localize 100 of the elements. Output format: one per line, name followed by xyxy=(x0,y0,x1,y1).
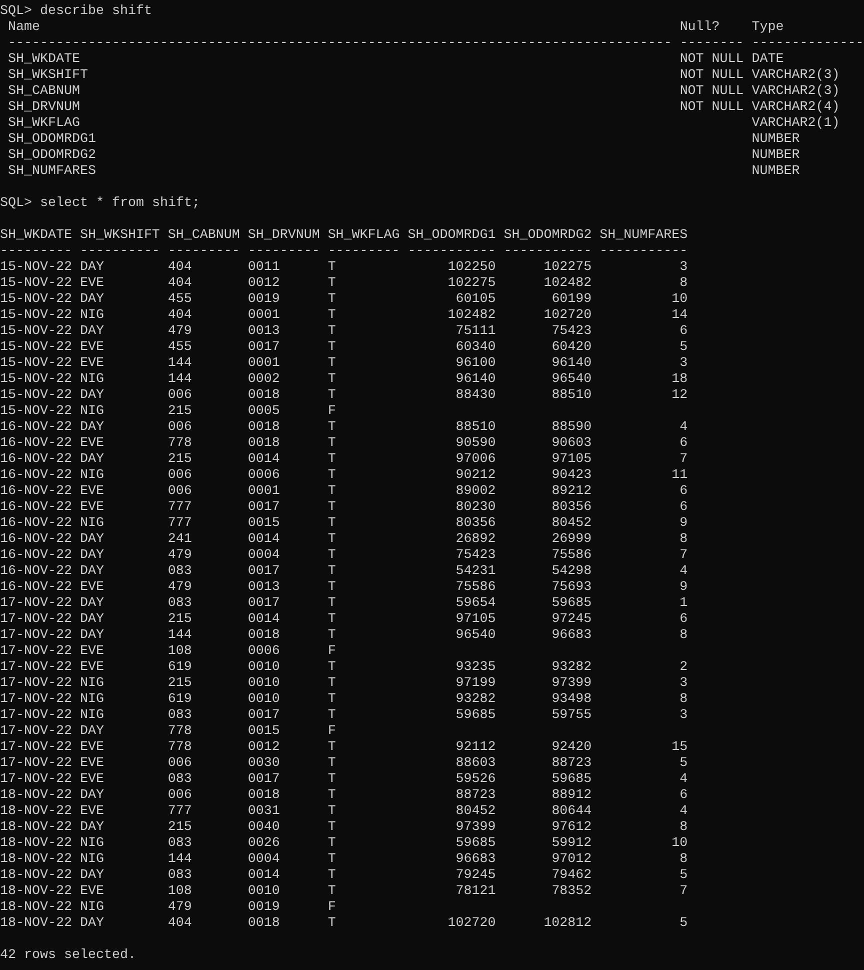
table-cell-text: 619 xyxy=(168,660,193,676)
table-cell-text: DAY xyxy=(80,868,105,884)
table-cell-text: 0040 xyxy=(248,820,281,836)
table-cell-text: T xyxy=(328,740,337,756)
table-cell-text: 12 xyxy=(670,388,688,404)
table-cell-text: 0001 xyxy=(248,308,281,324)
table-cell-text: 0018 xyxy=(248,388,281,404)
table-cell-text: 88510 xyxy=(454,420,496,436)
table-cell-text: 0014 xyxy=(248,612,281,628)
table-cell-text: 9 xyxy=(678,516,688,532)
table-cell-text: 0030 xyxy=(248,756,281,772)
table-cell-text: VARCHAR2(4) xyxy=(752,100,841,116)
table-cell-text: 102275 xyxy=(446,276,496,292)
table-cell-text: 0018 xyxy=(248,788,281,804)
table-cell-text: EVE xyxy=(80,500,105,516)
table-cell-text: 3 xyxy=(678,356,688,372)
table-cell-text: 5 xyxy=(678,916,688,932)
table-cell-text: 8 xyxy=(678,692,688,708)
column-header: SH_CABNUM xyxy=(168,228,240,244)
column-header: SH_WKDATE xyxy=(0,228,72,244)
table-cell-text: 083 xyxy=(168,836,193,852)
table-cell-text: 59685 xyxy=(550,772,592,788)
table-cell: 15-NOV-22 xyxy=(0,308,72,324)
table-cell-text: 59685 xyxy=(550,596,592,612)
table-cell: 17-NOV-22 xyxy=(0,660,72,676)
table-cell-text: 102720 xyxy=(446,916,496,932)
table-cell-text: 7 xyxy=(678,884,688,900)
table-cell-text: 88603 xyxy=(454,756,496,772)
table-cell-text: 80230 xyxy=(454,500,496,516)
table-cell: 17-NOV-22 xyxy=(0,676,72,692)
table-cell-text: 0012 xyxy=(248,740,281,756)
table-cell-text: 0018 xyxy=(248,436,281,452)
table-cell-text: 5 xyxy=(678,756,688,772)
table-cell-text: 80644 xyxy=(550,804,592,820)
table-cell: 16-NOV-22 xyxy=(0,452,72,468)
table-cell: 16-NOV-22 xyxy=(0,436,72,452)
table-cell-text: 0012 xyxy=(248,276,281,292)
table-cell: 18-NOV-22 xyxy=(0,788,72,804)
table-cell-text: VARCHAR2(3) xyxy=(752,68,841,84)
table-cell-text: 0015 xyxy=(248,516,281,532)
table-cell-text: EVE xyxy=(80,740,105,756)
table-cell-text: 59755 xyxy=(550,708,592,724)
table-cell-text: 6 xyxy=(678,500,688,516)
table-cell: 15-NOV-22 xyxy=(0,372,72,388)
table-cell-text: T xyxy=(328,372,337,388)
column-header: Null? xyxy=(680,20,721,36)
table-cell-text: 108 xyxy=(168,644,193,660)
table-cell-text: 0011 xyxy=(248,260,281,276)
table-cell-text: 0014 xyxy=(248,452,281,468)
table-cell: 16-NOV-22 xyxy=(0,564,72,580)
table-cell-text: 0017 xyxy=(248,500,281,516)
table-cell-text: SH_WKDATE xyxy=(8,52,81,68)
table-cell-text: 006 xyxy=(168,468,193,484)
table-cell-text: 26892 xyxy=(454,532,496,548)
table-cell-text: 777 xyxy=(168,500,193,516)
table-cell-text: 0005 xyxy=(248,404,281,420)
table-cell-text: 479 xyxy=(168,900,193,916)
table-cell: 18-NOV-22 xyxy=(0,836,72,852)
table-cell: 16-NOV-22 xyxy=(0,500,72,516)
table-cell-text: 0015 xyxy=(248,724,281,740)
table-cell-text: T xyxy=(328,548,337,564)
table-cell-text: SH_ODOMRDG2 xyxy=(8,148,97,164)
table-cell-text: T xyxy=(328,420,337,436)
table-cell-text: 96540 xyxy=(550,372,592,388)
table-cell-text: 8 xyxy=(678,820,688,836)
table-cell: 18-NOV-22 xyxy=(0,804,72,820)
table-cell-text: F xyxy=(328,900,337,916)
table-cell-text: T xyxy=(328,276,337,292)
table-cell-text: 97612 xyxy=(550,820,592,836)
table-cell: 15-NOV-22 xyxy=(0,388,72,404)
table-cell-text: 80452 xyxy=(454,804,496,820)
table-cell-text: 60340 xyxy=(454,340,496,356)
table-cell-text: 88430 xyxy=(454,388,496,404)
table-cell-text: 0018 xyxy=(248,916,281,932)
table-cell: 15-NOV-22 xyxy=(0,340,72,356)
table-cell-text: NIG xyxy=(80,900,105,916)
table-cell-text: EVE xyxy=(80,756,105,772)
table-cell-text: 3 xyxy=(678,708,688,724)
table-cell: 15-NOV-22 xyxy=(0,324,72,340)
table-cell: 18-NOV-22 xyxy=(0,900,72,916)
table-cell-text: 404 xyxy=(168,276,193,292)
table-cell-text: 4 xyxy=(678,772,688,788)
table-cell-text: T xyxy=(328,708,337,724)
table-cell-text: 54231 xyxy=(454,564,496,580)
table-cell-text: DAY xyxy=(80,564,105,580)
table-cell-text: 60420 xyxy=(550,340,592,356)
table-cell-text: 88510 xyxy=(550,388,592,404)
table-cell-text: 006 xyxy=(168,484,193,500)
table-cell-text: 78352 xyxy=(550,884,592,900)
table-cell-text: 80452 xyxy=(550,516,592,532)
table-cell-text: SH_WKFLAG xyxy=(8,116,81,132)
table-cell-text: NIG xyxy=(80,852,105,868)
table-cell: 16-NOV-22 xyxy=(0,420,72,436)
table-cell-text: F xyxy=(328,404,337,420)
table-cell-text: EVE xyxy=(80,804,105,820)
table-cell-text: 083 xyxy=(168,772,193,788)
table-cell-text: DAY xyxy=(80,452,105,468)
table-cell-text: EVE xyxy=(80,436,105,452)
table-cell-text: 102250 xyxy=(446,260,496,276)
table-cell-text: NIG xyxy=(80,676,105,692)
